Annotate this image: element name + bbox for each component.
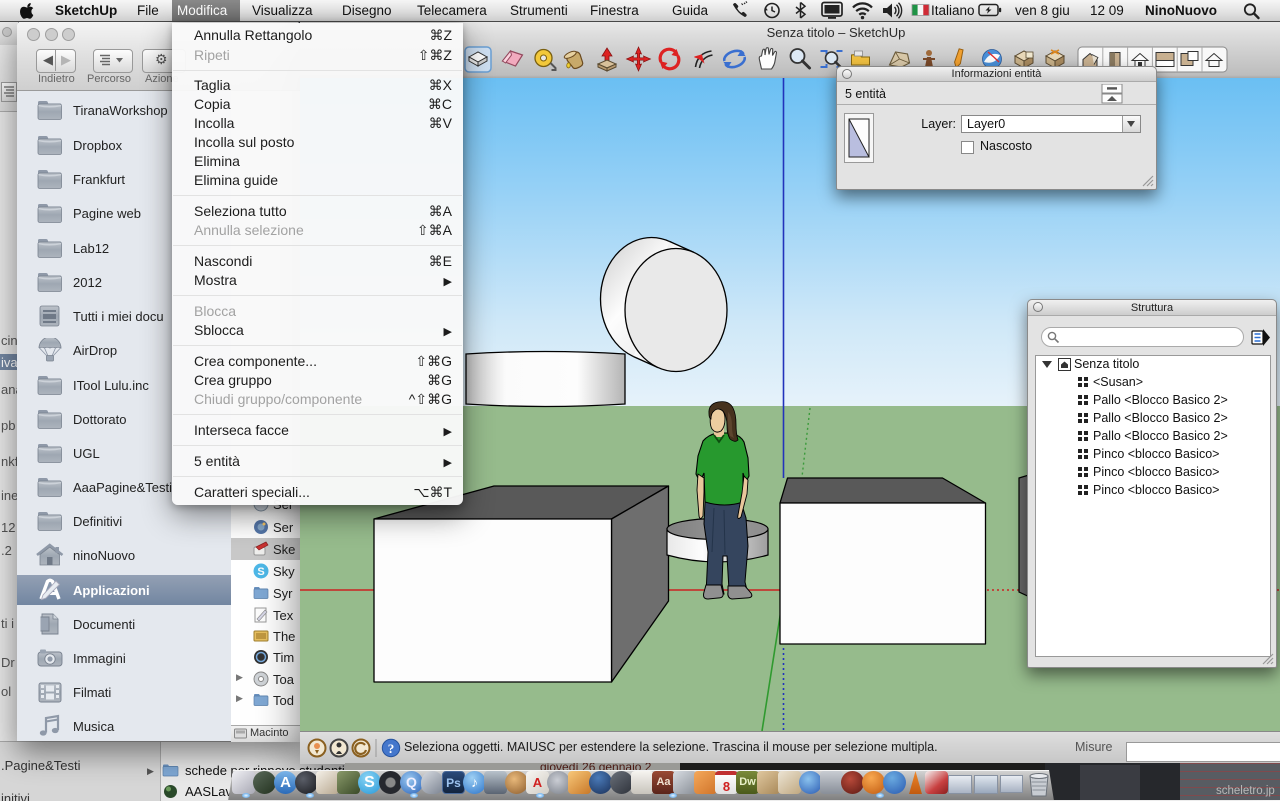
svg-text:?: ? (388, 741, 395, 756)
svg-text:S: S (257, 566, 264, 578)
